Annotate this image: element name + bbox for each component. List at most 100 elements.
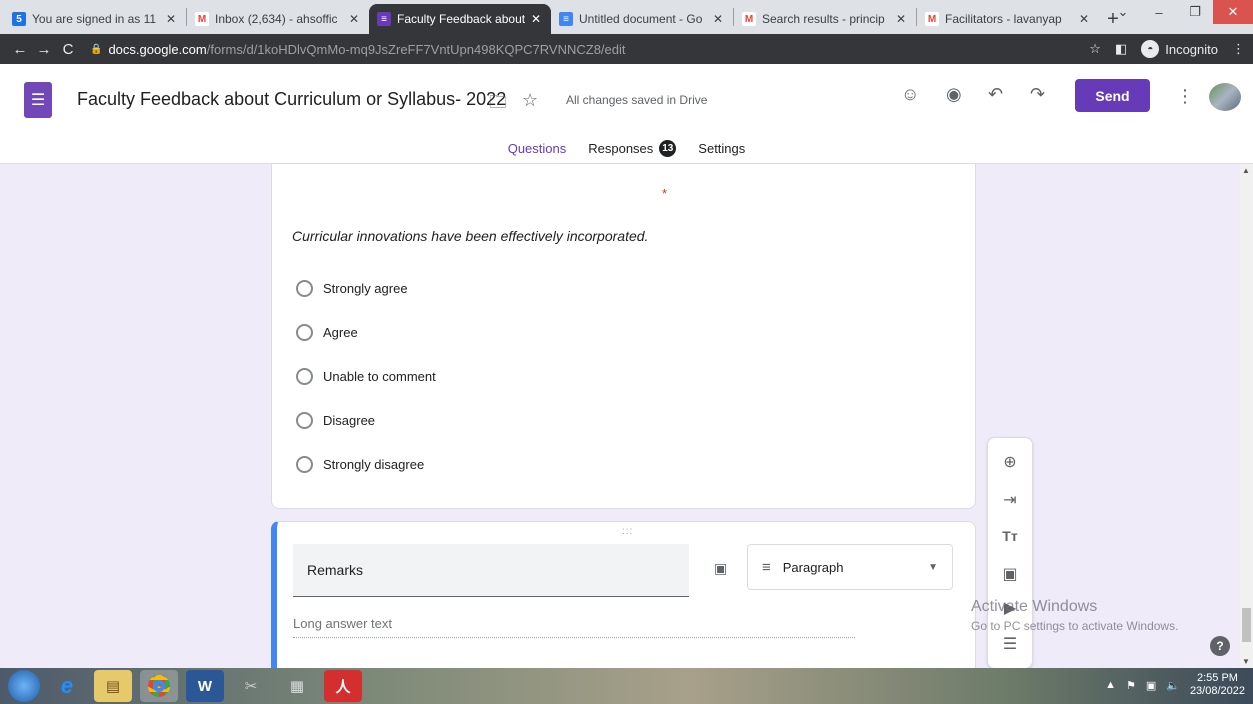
- address-bar: ← → C 🔒 docs.google.com /forms/d/1koHDlv…: [0, 34, 1253, 64]
- tab-title: You are signed in as 11: [32, 12, 157, 26]
- snipping-tool-icon[interactable]: ✂: [232, 670, 270, 702]
- tab-favicon-icon: 5: [12, 12, 26, 26]
- question-card-active[interactable]: ::: Remarks ▣ ≡ Paragraph ▼ Long answer …: [271, 521, 976, 681]
- question-type-label: Paragraph: [782, 559, 844, 575]
- close-tab-icon[interactable]: ✕: [164, 12, 178, 26]
- gmail-icon: M: [195, 12, 209, 26]
- close-tab-icon[interactable]: ✕: [1077, 12, 1091, 26]
- browser-menu-icon[interactable]: ⋮: [1232, 41, 1245, 57]
- forms-logo-icon[interactable]: ☰: [24, 82, 52, 118]
- browser-tab-active[interactable]: ≡ Faculty Feedback about ✕: [369, 4, 551, 34]
- customize-theme-icon[interactable]: ☺: [901, 84, 919, 105]
- option-agree[interactable]: Agree: [296, 324, 358, 341]
- long-answer-placeholder: Long answer text: [293, 616, 855, 638]
- close-tab-icon[interactable]: ✕: [529, 12, 543, 26]
- option-unable-to-comment[interactable]: Unable to comment: [296, 368, 436, 385]
- form-title[interactable]: Faculty Feedback about Curriculum or Syl…: [77, 89, 506, 110]
- star-icon[interactable]: ☆: [522, 90, 538, 111]
- file-explorer-icon[interactable]: ▤: [94, 670, 132, 702]
- tab-responses[interactable]: Responses 13: [588, 140, 677, 165]
- acrobat-icon[interactable]: 人: [324, 670, 362, 702]
- add-question-icon[interactable]: ⊕: [988, 452, 1032, 472]
- add-section-icon[interactable]: ☰: [988, 634, 1032, 654]
- send-button[interactable]: Send: [1075, 79, 1150, 112]
- tab-search-icon[interactable]: ⌄: [1105, 0, 1141, 24]
- radio-icon[interactable]: [296, 368, 313, 385]
- start-button[interactable]: [8, 670, 40, 702]
- chrome-icon[interactable]: [140, 670, 178, 702]
- scroll-up-icon[interactable]: ▲: [1242, 166, 1250, 175]
- window-controls: ⌄ – ❐ ✕: [1105, 0, 1253, 24]
- browser-tab[interactable]: M Search results - princip ✕: [734, 4, 916, 34]
- drag-handle-icon[interactable]: :::: [622, 526, 633, 537]
- network-icon[interactable]: ▣: [1146, 679, 1156, 692]
- more-options-icon[interactable]: ⋮: [1176, 86, 1194, 107]
- option-strongly-disagree[interactable]: Strongly disagree: [296, 456, 424, 473]
- tab-questions[interactable]: Questions: [503, 140, 570, 166]
- undo-icon[interactable]: ↶: [988, 84, 1003, 105]
- close-tab-icon[interactable]: ✕: [894, 12, 908, 26]
- side-panel-icon[interactable]: ◧: [1115, 41, 1127, 57]
- question-type-dropdown[interactable]: ≡ Paragraph ▼: [747, 544, 953, 590]
- internet-explorer-icon[interactable]: e: [48, 670, 86, 702]
- clock[interactable]: 2:55 PM 23/08/2022: [1190, 672, 1245, 698]
- radio-icon[interactable]: [296, 456, 313, 473]
- minimize-button[interactable]: –: [1141, 0, 1177, 24]
- tab-settings[interactable]: Settings: [698, 140, 745, 165]
- url-host: docs.google.com: [108, 41, 207, 57]
- option-label: Strongly disagree: [323, 457, 425, 472]
- scroll-down-icon[interactable]: ▼: [1242, 657, 1250, 666]
- bookmark-star-icon[interactable]: ☆: [1089, 41, 1101, 57]
- radio-icon[interactable]: [296, 324, 313, 341]
- import-questions-icon[interactable]: ⇥: [988, 490, 1032, 510]
- url-field[interactable]: 🔒 docs.google.com /forms/d/1koHDlvQmMo-m…: [90, 42, 1089, 57]
- window-close-button[interactable]: ✕: [1213, 0, 1253, 24]
- maximize-button[interactable]: ❐: [1177, 0, 1213, 24]
- activate-windows-watermark: Activate Windows Go to PC settings to ac…: [971, 598, 1178, 633]
- windows-taskbar: e ▤ W ✂ ▦ 人 ▲ ⚑ ▣ 🔈 2:55 PM 23/08/2022: [0, 668, 1253, 704]
- browser-tab-strip: 5 You are signed in as 11 ✕ M Inbox (2,6…: [0, 0, 1253, 34]
- flag-icon[interactable]: ⚑: [1126, 679, 1136, 692]
- browser-tab[interactable]: 5 You are signed in as 11 ✕: [4, 4, 186, 34]
- show-hidden-icons-icon[interactable]: ▲: [1105, 679, 1116, 691]
- radio-icon[interactable]: [296, 412, 313, 429]
- page-scrollbar[interactable]: ▲ ▼: [1240, 164, 1253, 668]
- system-tray: ▲ ⚑ ▣ 🔈 2:55 PM 23/08/2022: [1105, 672, 1245, 698]
- add-image-icon[interactable]: ▣: [714, 560, 727, 577]
- incognito-indicator[interactable]: ◓ Incognito: [1141, 40, 1218, 58]
- question-card[interactable]: * Curricular innovations have been effec…: [271, 163, 976, 509]
- preview-icon[interactable]: ◉: [946, 84, 962, 105]
- add-image-icon[interactable]: ▣: [988, 564, 1032, 584]
- tab-title: Faculty Feedback about: [397, 12, 526, 26]
- forward-icon[interactable]: →: [32, 41, 56, 58]
- chevron-down-icon: ▼: [928, 561, 938, 573]
- volume-icon[interactable]: 🔈: [1166, 679, 1180, 692]
- watermark-title: Activate Windows: [971, 598, 1098, 615]
- forms-header: ☰ Faculty Feedback about Curriculum or S…: [0, 64, 1253, 166]
- reload-icon[interactable]: C: [56, 41, 80, 58]
- close-tab-icon[interactable]: ✕: [711, 12, 725, 26]
- watermark-subtitle: Go to PC settings to activate Windows.: [971, 619, 1179, 633]
- clock-time: 2:55 PM: [1196, 672, 1238, 684]
- word-icon[interactable]: W: [186, 670, 224, 702]
- network-app-icon[interactable]: ▦: [278, 670, 316, 702]
- browser-tab[interactable]: M Facilitators - lavanyap ✕: [917, 4, 1099, 34]
- question-toolbar: ⊕ ⇥ Tт ▣ ▶ ☰: [987, 437, 1033, 669]
- browser-tab[interactable]: M Inbox (2,634) - ahsoffic ✕: [187, 4, 369, 34]
- option-label: Agree: [323, 325, 358, 340]
- option-disagree[interactable]: Disagree: [296, 412, 375, 429]
- folder-icon[interactable]: 🗀: [489, 90, 507, 120]
- radio-icon[interactable]: [296, 280, 313, 297]
- help-icon[interactable]: ?: [1210, 636, 1230, 656]
- close-tab-icon[interactable]: ✕: [347, 12, 361, 26]
- question-title-input[interactable]: Remarks: [293, 544, 689, 597]
- redo-icon[interactable]: ↷: [1030, 84, 1045, 105]
- option-strongly-agree[interactable]: Strongly agree: [296, 280, 408, 297]
- avatar[interactable]: [1209, 83, 1241, 111]
- paragraph-icon: ≡: [762, 558, 771, 576]
- scrollbar-thumb[interactable]: [1242, 608, 1251, 642]
- add-title-icon[interactable]: Tт: [988, 528, 1032, 544]
- tab-title: Facilitators - lavanyap: [945, 12, 1062, 26]
- back-icon[interactable]: ←: [8, 41, 32, 58]
- browser-tab[interactable]: ≡ Untitled document - Go ✕: [551, 4, 733, 34]
